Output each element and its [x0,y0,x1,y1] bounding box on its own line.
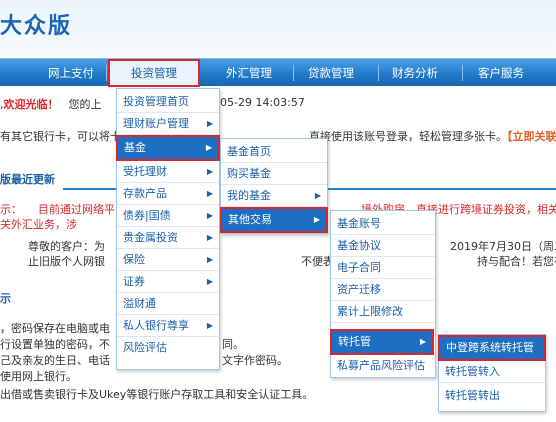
nav-divider [378,65,379,81]
menu-item-fund[interactable]: 基金 ▶ [116,135,220,161]
tip-line: 使用网上银行。 [0,370,77,383]
tips-title: 示 [0,292,11,305]
tip-line: 行设置单独的密码，不 [0,338,110,351]
tip-line: 出借或售卖银行卡及Ukey等银行账户存取工具和安全认证工具。 [0,388,314,401]
tab-recent-updates[interactable]: 版最近更新 [0,170,63,190]
menu-item-bonds[interactable]: 债券|国债 ▶ [117,205,219,227]
other-transactions-submenu: 基金账号 基金协议 电子合同 资产迁移 累计上限修改 转托管 ▶ 私募产品风险评估 [330,210,436,378]
menu-item-e-contract[interactable]: 电子合同 [331,257,435,279]
link-now-link[interactable]: 【立即关联】 [507,130,556,143]
tip-fragment: 同。 [222,338,244,351]
menu-item-risk-assessment[interactable]: 风险评估 [117,337,219,359]
chevron-right-icon: ▶ [313,215,320,224]
link-cards-text-right: 直接使用该账号登录，轻松管理多张卡。 [309,130,507,143]
nav-loan-management[interactable]: 贷款管理 [296,59,366,87]
main-nav: 网上支付 投资管理 外汇管理 贷款管理 财务分析 客户服务 [0,58,556,87]
nav-divider [293,65,294,81]
menu-item-transfer-out[interactable]: 转托管转出 [439,385,545,407]
menu-item-entrusted-finance[interactable]: 受托理财 ▶ [117,161,219,183]
menu-item-wealth-account[interactable]: 理财账户管理 ▶ [117,113,219,135]
menu-item-asset-migration[interactable]: 资产迁移 [331,279,435,301]
chevron-right-icon: ▶ [206,119,213,128]
menu-item-private-banking[interactable]: 私人银行尊享 ▶ [117,315,219,337]
chevron-right-icon: ▶ [206,233,213,242]
nav-forex-management[interactable]: 外汇管理 [210,59,288,87]
nav-investment-management[interactable]: 投资管理 [108,59,200,87]
menu-item-other-transactions[interactable]: 其他交易 ▶ [220,207,328,233]
greeting-line: ,欢迎光临！ 您的上 [0,96,102,112]
chevron-right-icon: ▶ [206,255,213,264]
menu-item-securities[interactable]: 证券 ▶ [117,271,219,293]
menu-item-private-risk-assessment[interactable]: 私募产品风险评估 [331,355,435,377]
notice-text-g: 持与配合！若您有任何疑 [477,255,556,268]
chevron-right-icon: ▶ [419,337,426,346]
menu-item-fund-home[interactable]: 基金首页 [221,141,327,163]
notice-line-3: 尊敬的客户：为 2019年7月30日（周二 [0,238,556,254]
menu-item-transfer-in[interactable]: 转托管转入 [439,361,545,383]
notice-label: 示： [0,203,22,216]
investment-dropdown-menu: 投资管理首页 理财账户管理 ▶ 基金 ▶ 受托理财 ▶ 存款产品 ▶ 债券|国债 ▶ 贵金… [116,88,220,370]
menu-item-investment-home[interactable]: 投资管理首页 [117,91,219,113]
menu-item-cumulative-limit[interactable]: 累计上限修改 [331,301,435,323]
last-login-label: 您的上 [68,98,102,111]
chevron-right-icon: ▶ [206,189,213,198]
nav-online-payment[interactable]: 网上支付 [28,59,114,87]
menu-item-my-fund[interactable]: 我的基金 ▶ [221,185,327,207]
notice-text-d: 2019年7月30日（周二 [450,240,556,253]
transfer-custody-submenu: 中登跨系统转托管 转托管转入 转托管转出 [438,334,546,412]
menu-item-insurance[interactable]: 保险 ▶ [117,249,219,271]
notice-text-a: 目前通过网络平 [38,203,115,216]
nav-customer-service[interactable]: 客户服务 [466,59,536,87]
menu-item-transfer-custody[interactable]: 转托管 ▶ [330,329,434,355]
header-banner: 大众版 [0,0,556,56]
notice-line-2: 关外汇业务，涉 [0,218,77,231]
link-cards-text-left: 有其它银行卡，可以将卡 [0,130,121,143]
menu-item-buy-fund[interactable]: 购买基金 [221,163,327,185]
chevron-right-icon: ▶ [314,191,321,200]
nav-financial-analysis[interactable]: 财务分析 [380,59,450,87]
fund-submenu: 基金首页 购买基金 我的基金 ▶ 其他交易 ▶ [220,138,328,234]
notice-text-e: 止旧版个人网银 [28,255,105,268]
menu-item-precious-metals[interactable]: 贵金属投资 ▶ [117,227,219,249]
chevron-right-icon: ▶ [206,321,213,330]
chevron-right-icon: ▶ [206,277,213,286]
chevron-right-icon: ▶ [206,167,213,176]
brand-title: 大众版 [0,13,73,39]
notice-line-4: 止旧版个人网银不便表示歉意，并表心持与配合！若您有任何疑 [0,253,556,269]
chevron-right-icon: ▶ [206,211,213,220]
nav-divider [106,65,107,81]
menu-item-fund-account[interactable]: 基金账号 [331,213,435,235]
tip-fragment: 文字作密码。 [222,354,288,367]
chevron-right-icon: ▶ [205,143,212,152]
tip-line: ，密码保存在电脑或电 [0,322,110,335]
menu-item-yicaitong[interactable]: 溢财通 [117,293,219,315]
menu-item-deposit-products[interactable]: 存款产品 ▶ [117,183,219,205]
welcome-text: 欢迎光临！ [3,98,59,111]
menu-item-cross-system-transfer[interactable]: 中登跨系统转托管 [438,335,546,361]
menu-item-fund-agreement[interactable]: 基金协议 [331,235,435,257]
last-login-time: 05-29 14:03:57 [220,96,305,109]
nav-divider [462,65,463,81]
tip-line: 己及亲友的生日、电话 [0,354,110,367]
notice-text-c: 尊敬的客户：为 [28,240,105,253]
